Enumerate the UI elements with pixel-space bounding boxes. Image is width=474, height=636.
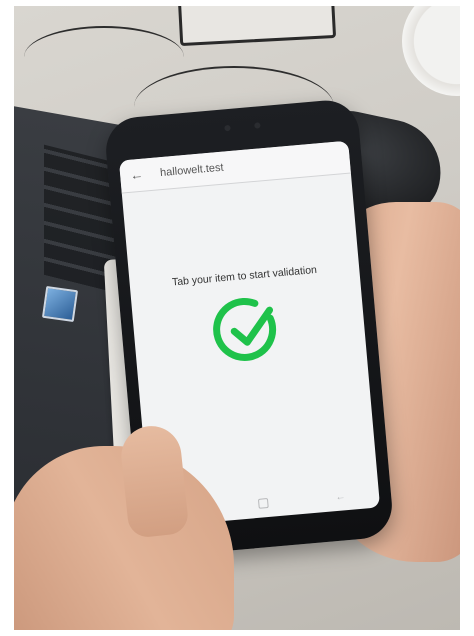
laptop-sticker	[41, 285, 79, 323]
coffee-cup	[402, 6, 460, 96]
desk-device	[177, 6, 337, 47]
validation-content: Tab your item to start validation	[129, 260, 367, 380]
arrow-left-icon[interactable]: ←	[130, 167, 145, 183]
back-icon[interactable]: ←	[335, 491, 346, 503]
home-icon[interactable]	[258, 497, 269, 509]
photo-scene: ← hallowelt.test Tab your item to start …	[14, 6, 460, 630]
phone-sensor	[224, 124, 231, 132]
check-circle-icon	[213, 297, 277, 361]
phone-camera	[254, 122, 261, 129]
app-bar: ← hallowelt.test	[118, 140, 351, 194]
validation-prompt: Tab your item to start validation	[171, 263, 318, 289]
app-title: hallowelt.test	[159, 161, 225, 180]
